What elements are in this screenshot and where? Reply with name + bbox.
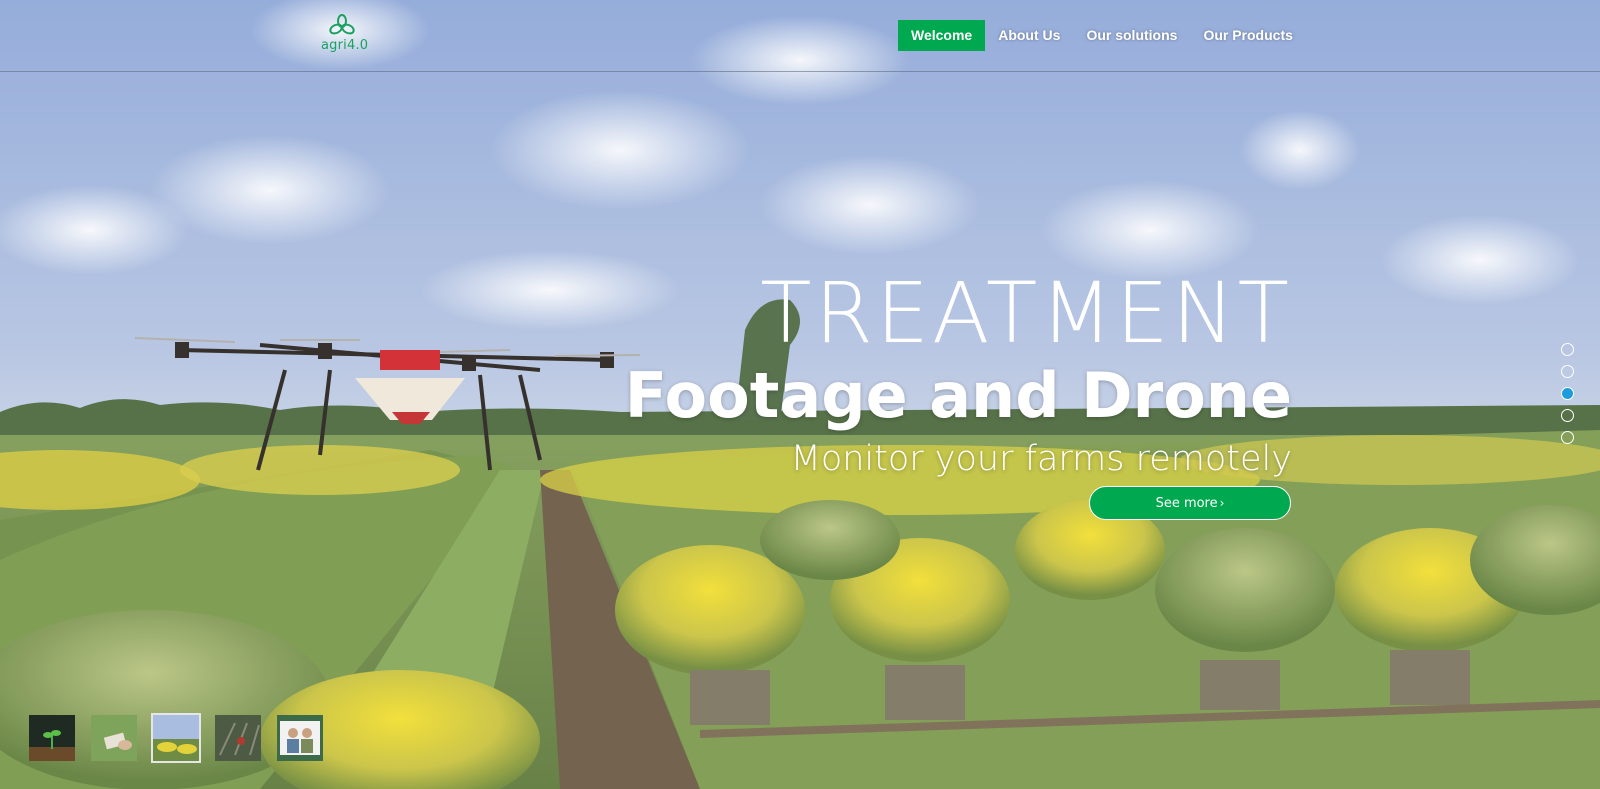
- chevron-right-icon: ›: [1219, 496, 1225, 510]
- hero-slider: agri4.0 Welcome About Us Our solutions O…: [0, 0, 1600, 789]
- hero-subtitle: Monitor your farms remotely: [790, 439, 1292, 479]
- hero-title-line-2: Footage and Drone: [624, 359, 1292, 432]
- field-hand-thumbnail[interactable]: [89, 713, 139, 763]
- logo-text: agri4.0: [321, 38, 369, 53]
- hero-title-line-1: TREATMENT: [760, 264, 1292, 362]
- flower-field-thumbnail[interactable]: [151, 713, 201, 763]
- see-more-label: See more: [1155, 495, 1218, 511]
- slide-dot-1[interactable]: [1561, 343, 1574, 356]
- slide-dot-2[interactable]: [1561, 365, 1574, 378]
- vineyard-thumbnail[interactable]: [213, 713, 263, 763]
- nav-item-welcome[interactable]: Welcome: [898, 20, 986, 51]
- nav-item-our-solutions[interactable]: Our solutions: [1073, 20, 1190, 51]
- slide-dot-4[interactable]: [1561, 409, 1574, 422]
- slide-pagination: [1561, 343, 1577, 453]
- seedling-thumbnail[interactable]: [27, 713, 77, 763]
- hero-headline: TREATMENT Footage and Drone Monitor your…: [625, 268, 1292, 480]
- slide-dot-5[interactable]: [1561, 431, 1574, 444]
- nav-item-about-us[interactable]: About Us: [985, 20, 1073, 51]
- slide-thumbnails: [27, 713, 337, 763]
- see-more-button[interactable]: See more ›: [1089, 486, 1291, 520]
- nav-item-our-products[interactable]: Our Products: [1190, 20, 1305, 51]
- clover-leaf-icon: [329, 14, 355, 35]
- brand-logo[interactable]: agri4.0: [318, 14, 369, 54]
- main-nav: Welcome About Us Our solutions Our Produ…: [898, 20, 1306, 51]
- top-navigation-bar: agri4.0 Welcome About Us Our solutions O…: [0, 0, 1600, 72]
- slide-dot-3[interactable]: [1561, 387, 1574, 400]
- farmers-thumbnail[interactable]: [275, 713, 325, 763]
